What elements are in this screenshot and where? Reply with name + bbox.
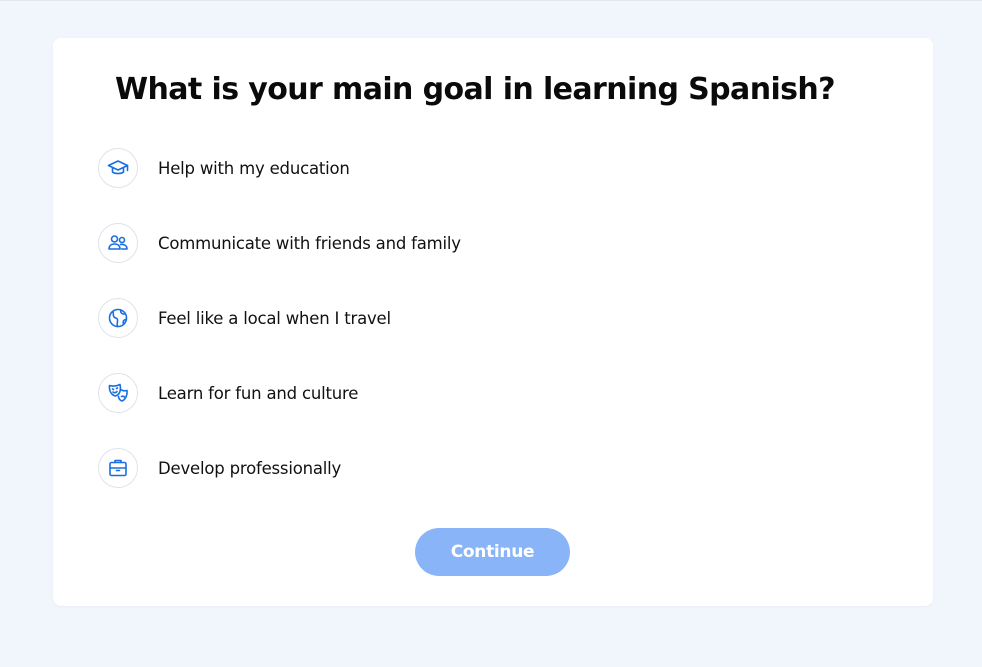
continue-button[interactable]: Continue <box>415 528 570 576</box>
option-label: Develop professionally <box>158 458 342 478</box>
briefcase-icon <box>98 448 138 488</box>
option-label: Help with my education <box>158 158 350 178</box>
option-label: Feel like a local when I travel <box>158 308 391 328</box>
globe-icon <box>98 298 138 338</box>
option-professional[interactable]: Develop professionally <box>98 448 858 488</box>
option-travel[interactable]: Feel like a local when I travel <box>98 298 858 338</box>
goal-options-list: Help with my education Communicate with … <box>98 148 858 523</box>
option-label: Learn for fun and culture <box>158 383 359 403</box>
theater-masks-icon <box>98 373 138 413</box>
goal-question-card: What is your main goal in learning Spani… <box>53 38 933 606</box>
option-education[interactable]: Help with my education <box>98 148 858 188</box>
top-divider <box>0 0 982 1</box>
people-icon <box>98 223 138 263</box>
option-fun-culture[interactable]: Learn for fun and culture <box>98 373 858 413</box>
page-title: What is your main goal in learning Spani… <box>115 72 836 107</box>
graduation-cap-icon <box>98 148 138 188</box>
option-friends-family[interactable]: Communicate with friends and family <box>98 223 858 263</box>
option-label: Communicate with friends and family <box>158 233 461 253</box>
